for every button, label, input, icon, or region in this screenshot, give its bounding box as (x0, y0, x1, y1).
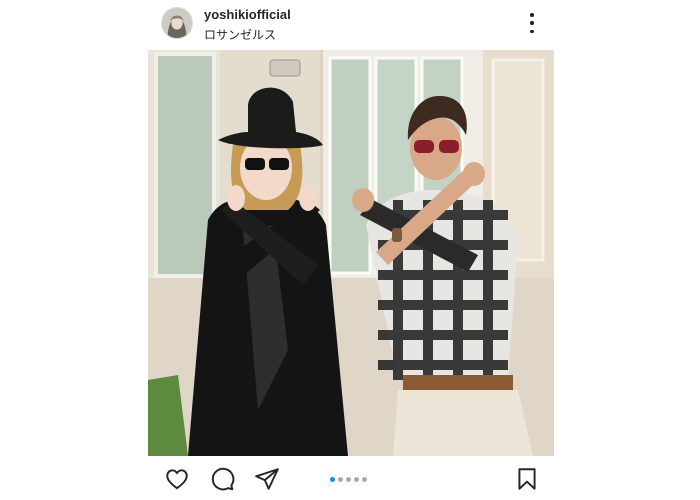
bookmark-icon[interactable] (514, 466, 540, 492)
carousel-dot (354, 477, 359, 482)
carousel-dot (338, 477, 343, 482)
avatar-image (162, 8, 192, 38)
avatar[interactable] (161, 7, 193, 39)
username[interactable]: yoshikiofficial (204, 7, 291, 22)
more-dot (530, 13, 534, 17)
more-options-icon[interactable] (524, 13, 540, 33)
more-dot (530, 21, 534, 25)
carousel-dot-active (330, 477, 335, 482)
more-dot (530, 29, 534, 33)
post-actions (148, 462, 554, 498)
photo-illustration (148, 50, 554, 456)
post-header: yoshikiofficial ロサンゼルス (148, 0, 554, 50)
post-photo[interactable] (148, 50, 554, 456)
carousel-indicator (330, 477, 367, 482)
carousel-dot (346, 477, 351, 482)
location-label[interactable]: ロサンゼルス (204, 26, 276, 43)
comment-icon[interactable] (209, 466, 235, 492)
carousel-dot (362, 477, 367, 482)
instagram-post: yoshikiofficial ロサンゼルス (148, 0, 554, 500)
send-icon[interactable] (254, 466, 280, 492)
heart-icon[interactable] (164, 466, 190, 492)
